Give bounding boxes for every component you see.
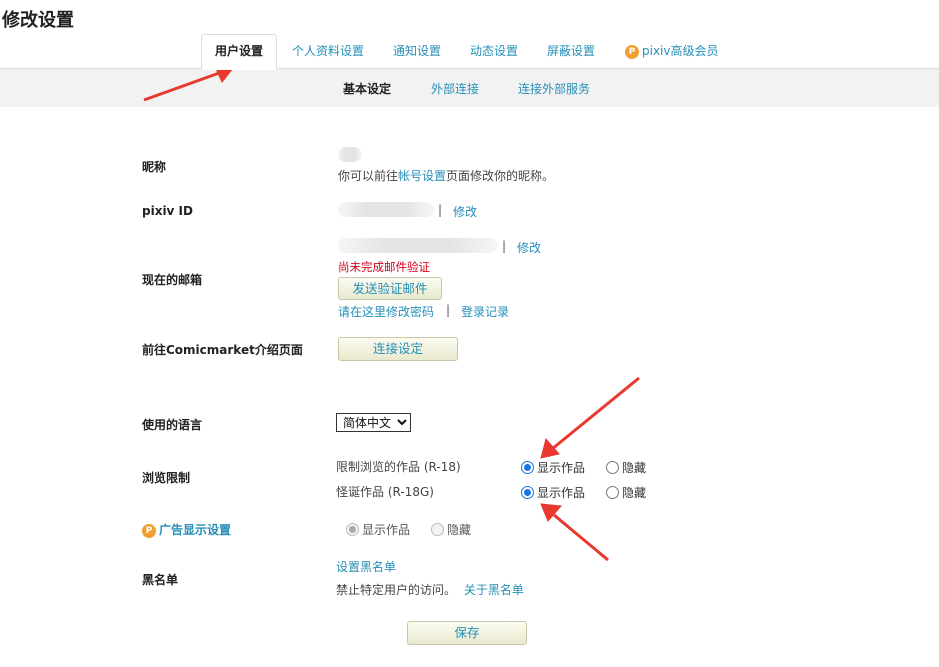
- arrow-3-shaft: [553, 513, 609, 562]
- arrow-1-shaft: [143, 70, 223, 102]
- tab-user-settings[interactable]: 用户设置: [201, 34, 277, 70]
- arrow-2-head: [540, 437, 560, 459]
- annotation-arrows: [143, 63, 640, 562]
- arrow-2-shaft: [551, 376, 640, 451]
